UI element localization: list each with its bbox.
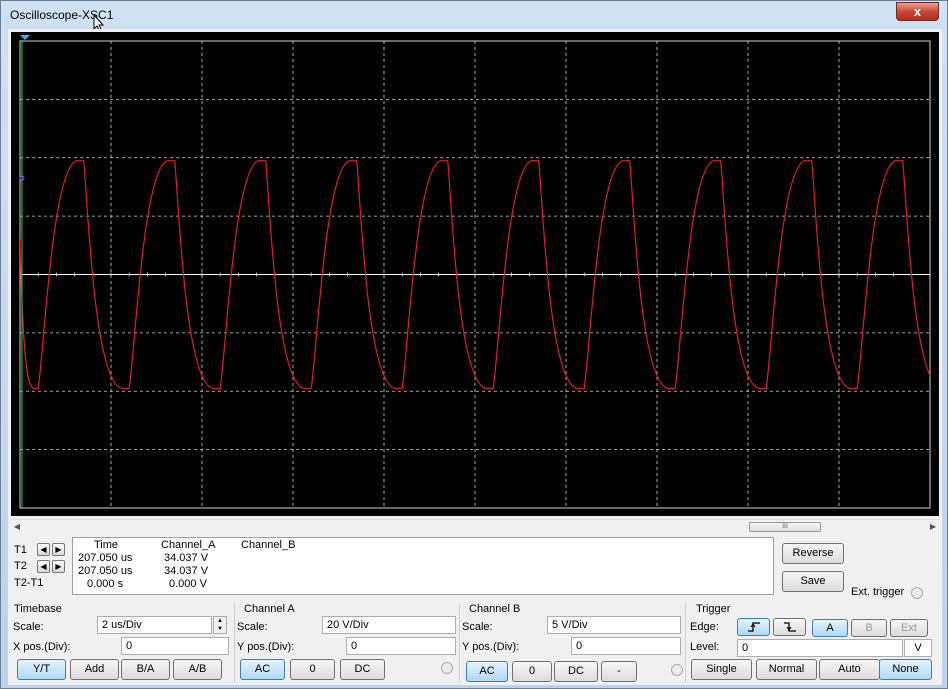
ext-trigger-label: Ext. trigger: [851, 586, 905, 598]
title-bar[interactable]: Oscilloscope-XSC1 x: [1, 1, 947, 33]
waveform-plot: [19, 35, 931, 509]
timebase-ba-button[interactable]: B/A: [121, 659, 170, 680]
readout-diff-time: 0.000 s: [87, 578, 124, 590]
channel-b-dc-button[interactable]: DC: [554, 661, 598, 682]
channel-a-title: Channel A: [244, 603, 295, 615]
channel-b-scale-label: Scale:: [462, 621, 493, 633]
channel-a-scale-field[interactable]: 20 V/Div: [322, 616, 456, 634]
trigger-single-button[interactable]: Single: [691, 659, 752, 680]
channel-a-terminal[interactable]: [441, 662, 453, 674]
ext-trigger-terminal[interactable]: [911, 587, 923, 599]
readout-header-channel-b: Channel_B: [241, 539, 296, 551]
trigger-source-b-button[interactable]: B: [851, 619, 887, 637]
cursor-t2-label: T2: [14, 560, 27, 572]
trigger-none-button[interactable]: None: [879, 659, 932, 680]
t1-left-arrow-icon[interactable]: ◀: [37, 543, 50, 556]
group-separator: [459, 603, 460, 683]
timebase-title: Timebase: [14, 603, 62, 615]
trigger-source-ext-button[interactable]: Ext: [890, 619, 928, 637]
trigger-auto-button[interactable]: Auto: [819, 659, 880, 680]
channel-b-ypos-label: Y pos.(Div):: [462, 641, 520, 653]
timebase-ab-button[interactable]: A/B: [173, 659, 222, 680]
channel-b-ypos-field[interactable]: 0: [571, 637, 681, 655]
scope-display[interactable]: [11, 32, 939, 516]
save-button[interactable]: Save: [782, 571, 844, 592]
channel-a-ypos-field[interactable]: 0: [346, 637, 456, 655]
channel-b-zero-button[interactable]: 0: [512, 661, 552, 682]
channel-a-scale-label: Scale:: [237, 621, 268, 633]
t1-right-arrow-icon[interactable]: ▶: [52, 543, 65, 556]
timebase-xpos-field[interactable]: 0: [121, 637, 229, 655]
timebase-scale-field[interactable]: 2 us/Div: [97, 616, 212, 634]
cursor-t1-marker-icon: [20, 35, 30, 40]
trigger-level-unit[interactable]: V: [904, 639, 932, 657]
trigger-normal-button[interactable]: Normal: [756, 659, 817, 680]
scroll-left-icon[interactable]: ◀: [11, 520, 23, 534]
channel-b-invert-button[interactable]: -: [601, 661, 637, 682]
trigger-edge-label: Edge:: [690, 621, 719, 633]
trigger-level-field[interactable]: 0: [737, 639, 903, 657]
horizontal-scrollbar[interactable]: ◀ III ▶: [11, 519, 939, 533]
readout-diff-channel-a: 0.000 V: [169, 578, 207, 590]
timebase-xpos-label: X pos.(Div):: [13, 641, 71, 653]
readout-t1-channel-a: 34.037 V: [164, 552, 209, 564]
readout-t1-time: 207.050 us: [78, 552, 133, 564]
rising-edge-icon[interactable]: [737, 618, 770, 636]
channel-a-ac-button[interactable]: AC: [240, 659, 285, 680]
timebase-add-button[interactable]: Add: [70, 659, 119, 680]
trigger-source-a-button[interactable]: A: [812, 619, 848, 637]
readout-header-channel-a: Channel_A: [161, 539, 216, 551]
group-separator: [234, 603, 235, 683]
close-button[interactable]: x: [896, 2, 939, 21]
trigger-level-label: Level:: [690, 641, 720, 653]
t2-right-arrow-icon[interactable]: ▶: [52, 560, 65, 573]
falling-edge-icon[interactable]: [773, 618, 806, 636]
channel-b-ac-button[interactable]: AC: [466, 661, 508, 682]
trigger-title: Trigger: [696, 603, 731, 615]
scroll-thumb[interactable]: III: [749, 522, 821, 532]
t2-left-arrow-icon[interactable]: ◀: [37, 560, 50, 573]
timebase-scale-spinner[interactable]: ▲ ▼: [213, 616, 227, 634]
readout-t2-channel-a: 34.037 V: [164, 565, 209, 577]
cursor-t2-t1-label: T2-T1: [14, 577, 44, 589]
group-separator: [685, 603, 686, 683]
cursor-readout-table: Time Channel_A Channel_B 207.050 us 34.0…: [72, 537, 774, 595]
channel-a-ypos-label: Y pos.(Div):: [237, 641, 295, 653]
oscilloscope-window: Oscilloscope-XSC1 x ◀ III ▶ T1 ◀ ▶ T2 ◀ …: [0, 0, 948, 689]
channel-b-scale-field[interactable]: 5 V/Div: [547, 616, 681, 634]
timebase-yt-button[interactable]: Y/T: [17, 659, 66, 680]
channel-b-terminal[interactable]: [671, 664, 683, 676]
readout-t2-time: 207.050 us: [78, 565, 133, 577]
reverse-button[interactable]: Reverse: [782, 543, 844, 564]
timebase-scale-label: Scale:: [13, 621, 44, 633]
cursor-t1-label: T1: [14, 544, 27, 556]
scope-panel: ◀ III ▶ T1 ◀ ▶ T2 ◀ ▶ T2-T1 Time Channel…: [8, 29, 942, 685]
readout-header-time: Time: [94, 539, 119, 551]
channel-b-title: Channel B: [469, 603, 521, 615]
scroll-right-icon[interactable]: ▶: [927, 520, 939, 534]
channel-a-dc-button[interactable]: DC: [340, 659, 385, 680]
channel-a-zero-button[interactable]: 0: [290, 659, 335, 680]
